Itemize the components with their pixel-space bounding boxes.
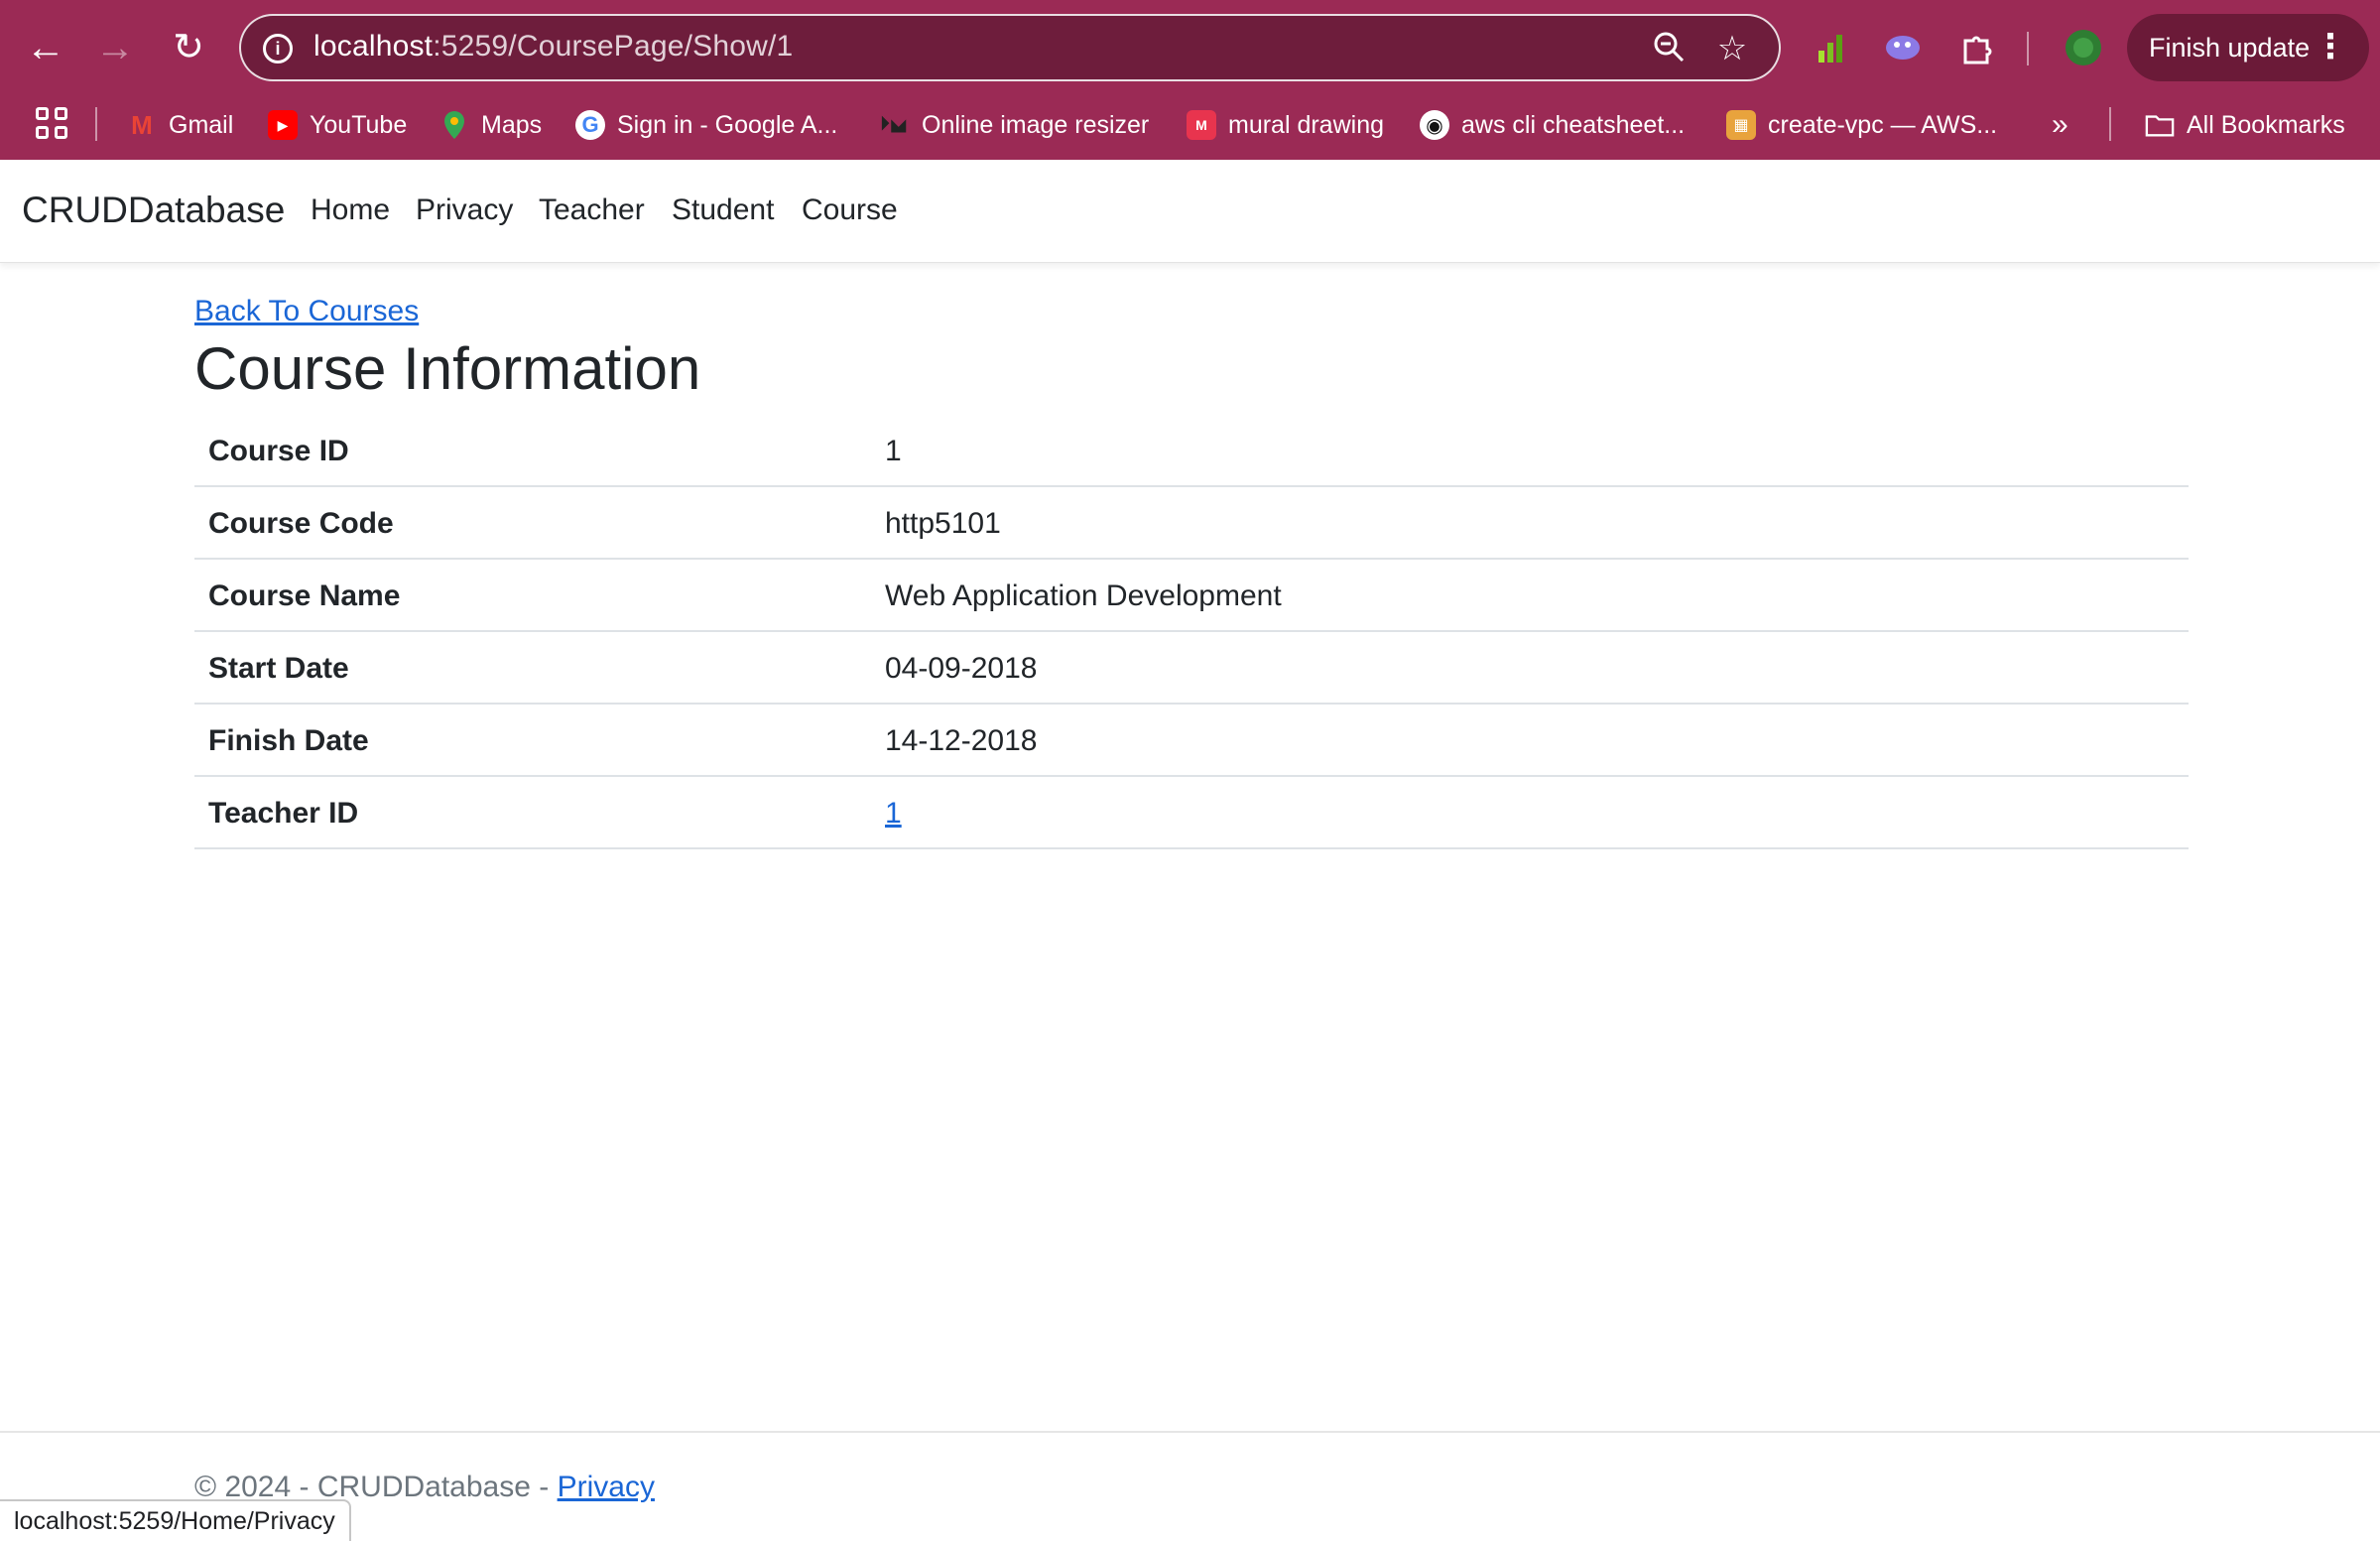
bookmark-aws-cli[interactable]: ◉ aws cli cheatsheet... [1420,105,1685,145]
google-icon: G [575,110,605,140]
bookmark-label: create-vpc — AWS... [1768,110,1998,139]
finish-update-label: Finish update [2149,32,2311,63]
apps-grid-icon[interactable] [36,107,67,139]
table-row: Course Code http5101 [194,487,2189,560]
table-row: Start Date 04-09-2018 [194,632,2189,705]
bookmark-star-icon[interactable]: ☆ [1713,30,1751,67]
teacher-id-link[interactable]: 1 [885,797,902,831]
url-path: :5259/CoursePage/Show/1 [433,30,794,63]
row-value: Web Application Development [885,579,1282,612]
nav-link-privacy[interactable]: Privacy [416,193,513,227]
site-info-icon[interactable]: i [263,34,293,64]
youtube-icon: ▶ [268,110,298,140]
bookmark-google-signin[interactable]: G Sign in - Google A... [575,105,837,145]
browser-toolbar: ← → ↻ i localhost:5259/CoursePage/Show/1… [0,0,2380,95]
bookmark-create-vpc[interactable]: ▦ create-vpc — AWS... [1726,105,1997,145]
address-bar[interactable]: i localhost:5259/CoursePage/Show/1 ☆ [239,14,1781,81]
extension-chart-icon[interactable] [1812,28,1851,67]
nav-link-teacher[interactable]: Teacher [539,193,645,227]
forward-arrow-icon[interactable]: → [91,24,139,71]
bookmarks-bar: M Gmail ▶ YouTube Maps G Sign in - Googl… [0,95,2380,160]
web-page: CRUDDatabase Home Privacy Teacher Studen… [0,160,2380,1541]
site-navbar: CRUDDatabase Home Privacy Teacher Studen… [0,160,2380,263]
course-info-table: Course ID 1 Course Code http5101 Course … [194,415,2189,849]
more-bookmarks-chevron-icon[interactable]: » [2052,105,2068,145]
github-icon: ◉ [1420,110,1449,140]
table-row: Teacher ID 1 [194,777,2189,849]
navbar-brand[interactable]: CRUDDatabase [22,190,285,231]
row-label: Finish Date [208,724,369,757]
extensions-puzzle-icon[interactable] [1956,28,1996,67]
bookmark-maps[interactable]: Maps [439,105,542,145]
bookmark-label: Online image resizer [922,110,1150,139]
bookmark-label: Maps [481,110,543,139]
nav-link-course[interactable]: Course [802,193,898,227]
gmail-icon: M [131,109,153,140]
maps-icon [439,110,469,140]
mural-icon: M [1187,110,1216,140]
site-footer: © 2024 - CRUDDatabase - Privacy [0,1431,2380,1541]
bookmark-youtube[interactable]: ▶ YouTube [268,105,407,145]
bookmark-image-resizer[interactable]: Online image resizer [880,105,1149,145]
reload-icon[interactable]: ↻ [165,24,212,71]
bookmark-label: Gmail [169,110,234,139]
bookmarks-divider [95,107,97,141]
table-row: Finish Date 14-12-2018 [194,705,2189,777]
all-bookmarks-button[interactable]: All Bookmarks [2145,105,2345,145]
folder-icon [2145,110,2175,140]
footer-privacy-link[interactable]: Privacy [558,1471,655,1503]
row-label: Course Name [208,579,401,612]
row-label: Course ID [208,435,349,467]
bookmark-label: mural drawing [1228,110,1385,139]
aws-box-icon: ▦ [1726,110,1756,140]
row-label: Course Code [208,507,394,540]
toolbar-divider [2027,32,2029,65]
row-value: 1 [885,435,902,467]
table-row: Course ID 1 [194,415,2189,487]
row-value: 14-12-2018 [885,724,1038,757]
url-host: localhost [313,30,434,63]
nav-link-home[interactable]: Home [311,193,390,227]
table-row: Course Name Web Application Development [194,560,2189,632]
zoom-icon[interactable] [1650,30,1688,67]
kebab-menu-icon[interactable]: ⋮ [2314,28,2347,65]
profile-avatar-icon[interactable] [2064,28,2103,67]
status-bar-url: localhost:5259/Home/Privacy [0,1499,351,1541]
address-bar-url[interactable]: localhost:5259/CoursePage/Show/1 [313,30,793,64]
page-title: Course Information [194,335,701,402]
row-label: Start Date [208,652,349,685]
bookmarks-divider [2109,107,2111,141]
bookmark-mural[interactable]: M mural drawing [1187,105,1384,145]
bookmark-label: YouTube [310,110,408,139]
browser-chrome: ← → ↻ i localhost:5259/CoursePage/Show/1… [0,0,2380,160]
bookmark-gmail[interactable]: M Gmail [127,105,233,145]
extension-blob-icon[interactable] [1883,28,1923,67]
row-label: Teacher ID [208,797,359,830]
resizer-icon [880,110,910,140]
back-to-courses-link[interactable]: Back To Courses [194,295,419,328]
bookmark-label: aws cli cheatsheet... [1461,110,1686,139]
back-arrow-icon[interactable]: ← [22,24,69,71]
nav-link-student[interactable]: Student [672,193,774,227]
all-bookmarks-label: All Bookmarks [2187,110,2345,139]
row-value: 04-09-2018 [885,652,1038,685]
bookmark-label: Sign in - Google A... [617,110,838,139]
finish-update-button[interactable]: Finish update ⋮ [2127,14,2369,81]
row-value: http5101 [885,507,1001,540]
